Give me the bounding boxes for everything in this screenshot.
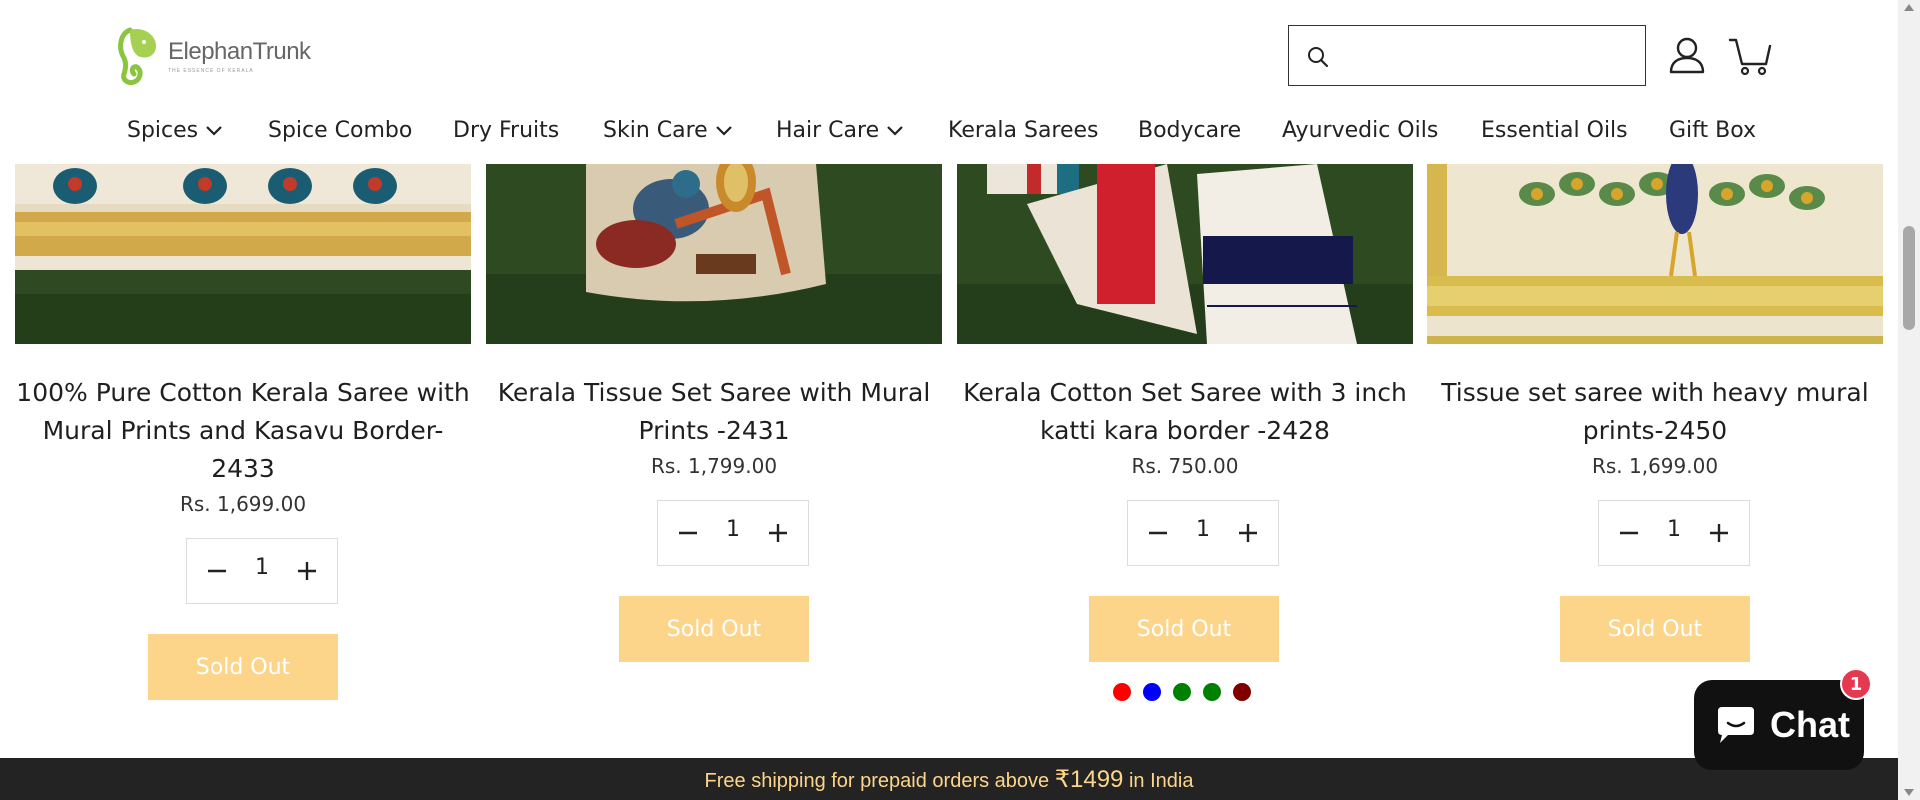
nav-item-bodycare[interactable]: Bodycare: [1138, 118, 1241, 143]
chevron-down-icon: [715, 125, 732, 136]
shipping-amount: ₹1499: [1054, 765, 1124, 793]
color-swatches: [1113, 683, 1263, 701]
product-price: Rs. 750.00: [1131, 454, 1239, 478]
shipping-bar: Free shipping for prepaid orders above ₹…: [0, 758, 1898, 800]
nav-label: Hair Care: [776, 118, 880, 143]
product-price: Rs. 1,699.00: [1591, 454, 1719, 478]
chat-bubble-icon: [1718, 707, 1754, 743]
title-line: Tissue set saree with heavy mural: [1441, 378, 1869, 407]
color-swatch[interactable]: [1233, 683, 1251, 701]
saree-image: [15, 164, 471, 344]
plus-icon[interactable]: [295, 559, 319, 583]
saree-image: [1427, 164, 1883, 344]
sold-out-button[interactable]: Sold Out: [148, 634, 338, 700]
color-swatch[interactable]: [1203, 683, 1221, 701]
nav-item-skin-care[interactable]: Skin Care: [603, 118, 732, 143]
sold-out-button[interactable]: Sold Out: [1560, 596, 1750, 662]
quantity-value[interactable]: 1: [708, 517, 758, 542]
quantity-stepper: 1: [657, 500, 809, 566]
title-line: 100% Pure Cotton Kerala Saree with: [16, 378, 470, 407]
brand-name: ElephanTrunk: [168, 38, 311, 65]
nav-item-dry-fruits[interactable]: Dry Fruits: [453, 118, 559, 143]
product-price: Rs. 1,699.00: [179, 492, 307, 516]
search-icon[interactable]: [1306, 45, 1330, 69]
minus-icon[interactable]: [205, 559, 229, 583]
sold-out-button[interactable]: Sold Out: [619, 596, 809, 662]
main-nav: Spices Spice Combo Dry Fruits Skin Care …: [0, 118, 1898, 158]
nav-item-essential-oils[interactable]: Essential Oils: [1481, 118, 1628, 143]
saree-image: [957, 164, 1413, 344]
chat-button[interactable]: Chat: [1694, 680, 1864, 770]
title-line: katti kara border -2428: [1040, 416, 1330, 445]
shipping-message: Free shipping for prepaid orders above ₹…: [705, 765, 1194, 794]
cart-icon[interactable]: [1728, 36, 1772, 76]
sold-out-button[interactable]: Sold Out: [1089, 596, 1279, 662]
quantity-stepper: 1: [1598, 500, 1750, 566]
title-line: Mural Prints and Kasavu Border-: [42, 416, 444, 445]
color-swatch[interactable]: [1173, 683, 1191, 701]
chat-label: Chat: [1770, 704, 1850, 745]
nav-label: Spices: [127, 118, 199, 143]
page-scrollbar[interactable]: [1898, 0, 1920, 800]
title-line: Kerala Tissue Set Saree with Mural: [497, 378, 931, 407]
title-line: Prints -2431: [638, 416, 790, 445]
plus-icon[interactable]: [1236, 521, 1260, 545]
saree-image: [486, 164, 942, 344]
plus-icon[interactable]: [1707, 521, 1731, 545]
product-image[interactable]: [1427, 164, 1883, 344]
search-box[interactable]: [1288, 25, 1646, 86]
nav-item-spices[interactable]: Spices: [127, 118, 222, 143]
account-icon[interactable]: [1668, 36, 1706, 74]
product-title[interactable]: Kerala Tissue Set Saree with Mural Print…: [486, 374, 942, 450]
nav-item-spice-combo[interactable]: Spice Combo: [268, 118, 412, 143]
brand-logo[interactable]: ElephanTrunk THE ESSENCE OF KERALA: [116, 26, 311, 86]
minus-icon[interactable]: [1617, 521, 1641, 545]
plus-icon[interactable]: [766, 521, 790, 545]
scroll-thumb[interactable]: [1903, 226, 1915, 330]
quantity-stepper: 1: [1127, 500, 1279, 566]
nav-label: Bodycare: [1138, 118, 1242, 143]
nav-label: Essential Oils: [1481, 118, 1628, 143]
title-line: Kerala Cotton Set Saree with 3 inch: [963, 378, 1407, 407]
nav-label: Skin Care: [603, 118, 708, 143]
brand-tagline: THE ESSENCE OF KERALA: [168, 68, 254, 74]
elephant-logo-icon: [118, 27, 156, 85]
product-title[interactable]: Kerala Cotton Set Saree with 3 inch katt…: [957, 374, 1413, 450]
nav-label: Ayurvedic Oils: [1282, 118, 1439, 143]
site-header: ElephanTrunk THE ESSENCE OF KERALA Spice…: [0, 0, 1898, 164]
shipping-text-end: in India: [1123, 769, 1194, 792]
nav-item-gift-box[interactable]: Gift Box: [1669, 118, 1756, 143]
minus-icon[interactable]: [1146, 521, 1170, 545]
title-line: prints-2450: [1582, 416, 1728, 445]
nav-item-hair-care[interactable]: Hair Care: [776, 118, 903, 143]
nav-item-kerala-sarees[interactable]: Kerala Sarees: [948, 118, 1099, 143]
chevron-down-icon: [206, 125, 222, 136]
logo-text: ElephanTrunk THE ESSENCE OF KERALA: [168, 38, 311, 74]
nav-label: Kerala Sarees: [948, 118, 1099, 143]
product-title[interactable]: 100% Pure Cotton Kerala Saree with Mural…: [15, 374, 471, 488]
product-title[interactable]: Tissue set saree with heavy mural prints…: [1427, 374, 1883, 450]
product-price: Rs. 1,799.00: [650, 454, 778, 478]
color-swatch[interactable]: [1143, 683, 1161, 701]
nav-item-ayurvedic-oils[interactable]: Ayurvedic Oils: [1282, 118, 1438, 143]
chat-notification-badge: 1: [1840, 668, 1872, 700]
product-image[interactable]: [15, 164, 471, 344]
nav-label: Dry Fruits: [453, 118, 560, 143]
scroll-up-arrow-icon[interactable]: [1904, 4, 1914, 11]
chevron-down-icon: [887, 125, 903, 136]
product-image[interactable]: [957, 164, 1413, 344]
search-input[interactable]: [1341, 32, 1637, 80]
nav-label: Spice Combo: [268, 118, 413, 143]
product-image[interactable]: [486, 164, 942, 344]
quantity-value[interactable]: 1: [1178, 517, 1228, 542]
quantity-stepper: 1: [186, 538, 338, 604]
quantity-value[interactable]: 1: [1649, 517, 1699, 542]
color-swatch[interactable]: [1113, 683, 1131, 701]
nav-label: Gift Box: [1669, 118, 1757, 143]
scroll-down-arrow-icon[interactable]: [1904, 789, 1914, 796]
shipping-text: Free shipping for prepaid orders above: [704, 769, 1055, 792]
minus-icon[interactable]: [676, 521, 700, 545]
quantity-value[interactable]: 1: [237, 555, 287, 580]
title-line: 2433: [211, 454, 275, 483]
